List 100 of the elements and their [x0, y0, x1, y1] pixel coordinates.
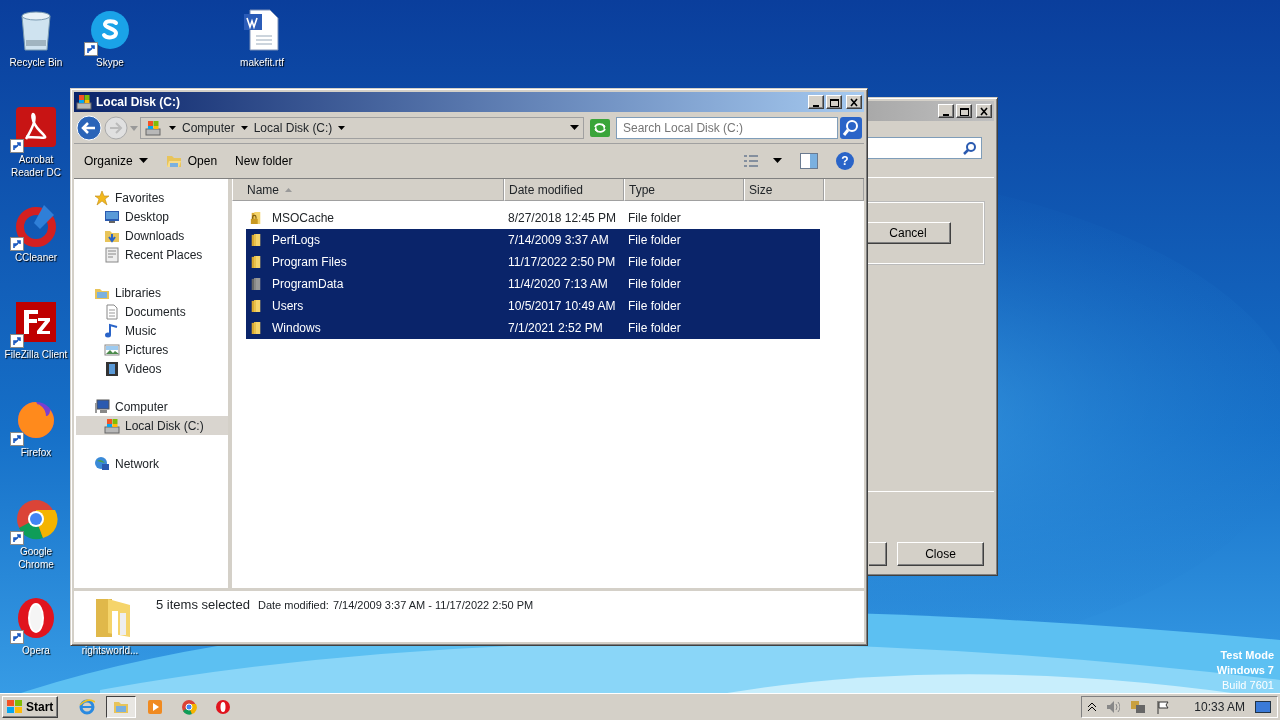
icon-label: FileZilla Client — [4, 348, 68, 361]
details-label: Date modified: — [257, 598, 329, 613]
refresh-icon — [590, 118, 610, 137]
browser-icon[interactable] — [14, 497, 58, 541]
computer-icon — [94, 398, 110, 415]
os-notice-text: Test Mode — [1219, 648, 1274, 663]
column-header[interactable]: Type — [624, 179, 744, 201]
new-folder-button[interactable]: New folder — [235, 152, 293, 170]
show-desktop-icon[interactable] — [1255, 701, 1271, 713]
open-button[interactable]: Open — [165, 152, 218, 170]
file-name: PerfLogs — [271, 232, 321, 249]
file-row[interactable]: PerfLogs 7/14/2009 3:37 AM File folder — [246, 229, 820, 251]
star-icon — [94, 189, 110, 206]
close-button[interactable]: Close — [897, 542, 984, 566]
organize-button[interactable]: Organize — [84, 152, 148, 170]
pdf-app-icon[interactable] — [14, 105, 58, 149]
column-header[interactable]: Date modified — [504, 179, 624, 201]
desktop-icon — [104, 208, 120, 225]
icon-label: Acrobat Reader DC — [10, 153, 62, 179]
breadcrumb[interactable]: Computer — [182, 118, 235, 137]
back-button[interactable] — [76, 114, 102, 141]
file-row[interactable]: Windows 7/1/2021 2:52 PM File folder — [246, 317, 820, 339]
icon-label: Skype — [96, 56, 124, 69]
column-header[interactable]: Size — [744, 179, 824, 201]
recent-places-icon — [104, 246, 120, 263]
document-icon — [104, 303, 120, 320]
type-cell-text: File folder — [627, 320, 682, 337]
search-icon — [840, 116, 862, 139]
network-icon[interactable] — [1130, 700, 1147, 714]
type-cell-text: File folder — [627, 298, 682, 315]
date-cell-text: 11/17/2022 2:50 PM — [507, 254, 617, 271]
computer-drive-icon — [145, 119, 163, 136]
drive-icon — [76, 94, 92, 110]
taskbar-button[interactable] — [106, 696, 137, 718]
search-button[interactable] — [840, 116, 862, 139]
search-field[interactable] — [866, 137, 982, 159]
ftp-app-icon[interactable] — [14, 300, 58, 344]
view-options-button[interactable] — [743, 154, 782, 168]
icon-label: Opera — [22, 644, 50, 657]
details-value: 7/14/2009 3:37 AM - 11/17/2022 2:50 PM — [332, 598, 534, 613]
folder-icon — [250, 232, 262, 248]
dialog-button[interactable] — [869, 542, 887, 566]
file-name: ProgramData — [271, 276, 344, 293]
caret-icon — [138, 158, 148, 164]
os-notice-text: Build 7601 — [1221, 678, 1274, 693]
dropdown-caret-icon[interactable] — [570, 124, 579, 131]
file-name: Program Files — [271, 254, 347, 271]
breadcrumb[interactable]: Local Disk (C:) — [253, 118, 333, 137]
type-cell-text: File folder — [627, 232, 682, 249]
nav-item[interactable]: Favorites — [76, 188, 228, 207]
icon-label: CCleaner — [14, 251, 58, 264]
windows-logo-icon — [7, 700, 23, 714]
browser-icon — [181, 699, 198, 715]
file-row[interactable]: Program Files 11/17/2022 2:50 PM File folder — [246, 251, 820, 273]
cancel-button[interactable]: Cancel — [865, 222, 951, 244]
caret-icon[interactable] — [338, 124, 346, 131]
file-row[interactable]: MSOCache 8/27/2018 12:45 PM File folder — [246, 207, 820, 229]
folder-icon — [113, 699, 130, 715]
refresh-button[interactable] — [590, 118, 610, 137]
file-row[interactable]: Users 10/5/2017 10:49 AM File folder — [246, 295, 820, 317]
window-title: Local Disk (C:) — [96, 94, 180, 111]
file-name: Users — [271, 298, 304, 315]
nav-item[interactable]: Recent Places — [76, 245, 228, 264]
folder-icon — [250, 320, 262, 336]
folder-icon — [250, 254, 262, 270]
network-icon — [94, 455, 110, 472]
nav-item[interactable]: Libraries — [76, 283, 228, 302]
nav-item[interactable]: Desktop — [76, 207, 228, 226]
nav-item[interactable]: Network — [76, 454, 228, 473]
column-header[interactable] — [824, 179, 864, 201]
cleaner-app-icon[interactable] — [14, 203, 58, 247]
date-cell-text: 7/14/2009 3:37 AM — [507, 232, 610, 249]
column-header[interactable]: Name — [232, 179, 504, 201]
help-button[interactable]: ? — [836, 152, 854, 170]
nav-item[interactable]: Pictures — [76, 340, 228, 359]
icon-label: Recycle Bin — [9, 56, 63, 69]
flag-icon[interactable] — [1156, 700, 1171, 714]
pictures-icon — [104, 341, 120, 358]
icon-label: Firefox — [20, 446, 52, 459]
chat-app-icon[interactable] — [88, 8, 132, 52]
file-name: MSOCache — [271, 210, 335, 227]
date-cell-text: 10/5/2017 10:49 AM — [507, 298, 617, 315]
chevron-up-icon[interactable] — [1088, 702, 1097, 712]
caret-icon[interactable] — [169, 124, 176, 131]
nav-item[interactable]: Music — [76, 321, 228, 340]
start-button[interactable]: Start — [2, 696, 59, 718]
browser-icon — [79, 699, 96, 715]
nav-item[interactable]: Computer — [76, 397, 228, 416]
nav-item[interactable]: Downloads — [76, 226, 228, 245]
address-bar[interactable]: Computer Local Disk (C:) — [140, 116, 584, 139]
nav-item[interactable]: Local Disk (C:) — [76, 416, 228, 435]
file-row[interactable]: ProgramData 11/4/2020 7:13 AM File folder — [246, 273, 820, 295]
drive-icon — [104, 417, 120, 434]
locked-folder-icon — [250, 210, 262, 226]
nav-item[interactable]: Videos — [76, 359, 228, 378]
icon-label: makefit.rtf — [240, 56, 284, 69]
caret-icon[interactable] — [240, 124, 248, 131]
preview-pane-button[interactable] — [800, 153, 818, 169]
nav-item[interactable]: Documents — [76, 302, 228, 321]
folder-icon — [250, 276, 262, 292]
